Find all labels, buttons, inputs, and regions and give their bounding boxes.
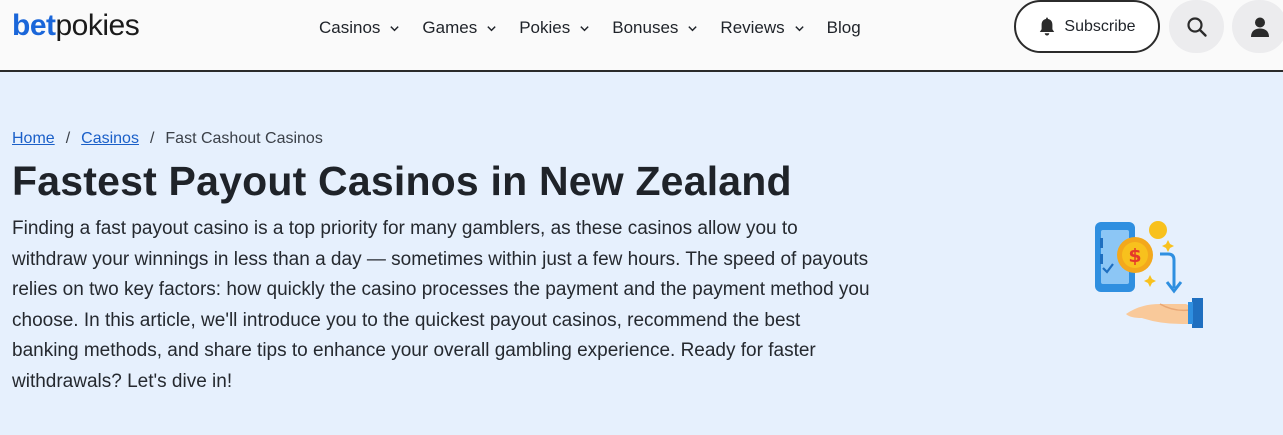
svg-text:$: $ — [1128, 245, 1141, 267]
search-button[interactable] — [1169, 0, 1224, 53]
subscribe-button[interactable]: Subscribe — [1014, 0, 1160, 53]
nav-item-games[interactable]: Games — [422, 18, 497, 38]
site-logo[interactable]: bet pokies — [12, 9, 140, 45]
chevron-down-icon — [688, 25, 698, 31]
chevron-down-icon — [390, 25, 400, 31]
nav-item-label: Reviews — [720, 18, 785, 37]
chevron-down-icon — [580, 25, 589, 31]
page-title: Fastest Payout Casinos in New Zealand — [12, 158, 792, 204]
main-nav: Casinos Games Pokies Bonuses Reviews Blo… — [319, 16, 883, 40]
breadcrumb-casinos-link[interactable]: Casinos — [81, 130, 139, 148]
nav-item-label: Blog — [826, 18, 861, 37]
nav-item-reviews[interactable]: Reviews — [720, 18, 804, 38]
breadcrumb-separator: / — [149, 130, 155, 147]
phone-payout-illustration: $ — [1095, 221, 1203, 328]
nav-item-bonuses[interactable]: Bonuses — [612, 18, 698, 38]
nav-item-blog[interactable]: Blog — [827, 18, 861, 38]
nav-item-pokies[interactable]: Pokies — [519, 18, 590, 38]
subscribe-label: Subscribe — [1064, 17, 1136, 35]
chevron-down-icon — [487, 25, 496, 31]
user-icon — [1250, 17, 1269, 37]
account-button[interactable] — [1232, 0, 1283, 53]
intro-paragraph: Finding a fast payout casino is a top pr… — [12, 218, 870, 392]
nav-item-casinos[interactable]: Casinos — [319, 18, 400, 38]
nav-item-label: Casinos — [319, 18, 381, 37]
site-header: bet pokies Casinos Games Pokies Bonuses R… — [0, 0, 1283, 72]
nav-item-label: Pokies — [519, 18, 571, 37]
search-icon — [1186, 16, 1207, 37]
breadcrumb: Home / Casinos / Fast Cashout Casinos — [12, 130, 323, 148]
logo-bet: bet — [12, 9, 56, 42]
breadcrumb-home-link[interactable]: Home — [12, 130, 55, 148]
breadcrumb-current: Fast Cashout Casinos — [165, 130, 323, 147]
nav-item-label: Games — [422, 18, 478, 37]
nav-item-label: Bonuses — [612, 18, 679, 37]
chevron-down-icon — [794, 25, 804, 31]
breadcrumb-separator: / — [65, 130, 71, 147]
bell-icon — [1040, 17, 1055, 36]
logo-pokies: pokies — [55, 9, 140, 42]
